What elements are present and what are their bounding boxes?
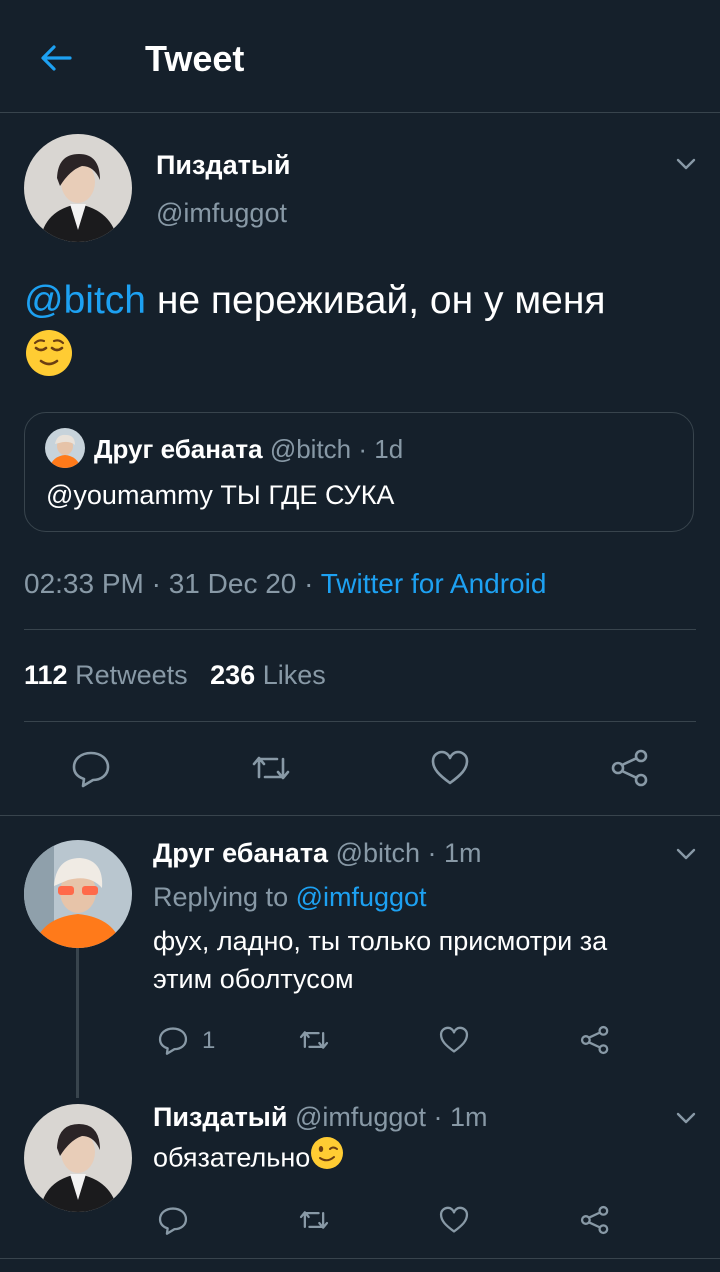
- thread-line: [76, 948, 79, 1098]
- arrow-left-icon: [41, 45, 72, 71]
- tweet-text: @bitch не переживай, он у меня: [24, 274, 696, 393]
- winking-face-emoji: [310, 1136, 344, 1177]
- reply-author-name[interactable]: Друг ебаната: [153, 838, 328, 868]
- reply-retweet-button[interactable]: [297, 1024, 331, 1056]
- reply-menu-button[interactable]: [672, 840, 700, 868]
- avatar: [45, 428, 85, 468]
- reply-share-button[interactable]: [578, 1024, 612, 1056]
- reply-header: Пиздатый @imfuggot · 1m: [153, 1102, 487, 1133]
- retweet-icon: [252, 756, 290, 780]
- retweet-button[interactable]: [249, 747, 293, 789]
- header-divider: [0, 112, 720, 113]
- retweets-label: Retweets: [67, 660, 188, 690]
- quoted-author-name: Друг ебаната: [94, 434, 263, 464]
- reply-text-line1: фух, ладно, ты только присмотри за: [153, 926, 608, 956]
- quoted-tweet-header: Друг ебаната @bitch · 1d: [94, 434, 403, 465]
- heart-icon: [439, 1206, 469, 1233]
- heart-icon: [439, 1026, 469, 1053]
- replying-to-label: Replying to: [153, 882, 296, 912]
- chevron-down-icon: [676, 1112, 696, 1124]
- reply-author-handle[interactable]: @bitch: [336, 838, 420, 868]
- replying-to-link[interactable]: @imfuggot: [296, 882, 427, 912]
- share-icon: [611, 749, 648, 787]
- author-handle[interactable]: @imfuggot: [156, 198, 287, 229]
- likes-label: Likes: [255, 660, 326, 690]
- likes-stat[interactable]: 236 Likes: [210, 660, 326, 690]
- reply-header: Друг ебаната @bitch · 1m: [153, 838, 482, 869]
- reply-icon: [72, 751, 110, 788]
- share-icon: [580, 1205, 609, 1235]
- divider: [24, 721, 696, 722]
- avatar[interactable]: [24, 840, 132, 948]
- reply-reply-button[interactable]: [157, 1204, 189, 1236]
- retweets-count: 112: [24, 660, 68, 690]
- reply-retweet-button[interactable]: [297, 1204, 331, 1236]
- retweets-stat[interactable]: 112 Retweets: [24, 660, 188, 690]
- retweet-icon: [299, 1031, 329, 1049]
- reply-share-button[interactable]: [578, 1204, 612, 1236]
- tweet-body: не переживай, он у меня: [145, 279, 606, 322]
- quoted-time: · 1d: [358, 434, 404, 464]
- page-title: Tweet: [145, 38, 245, 79]
- tweet-meta: 02:33 PM · 31 Dec 20 · Twitter for Andro…: [24, 568, 546, 600]
- quoted-tweet[interactable]: [24, 412, 694, 532]
- back-button[interactable]: [36, 38, 76, 78]
- tweet-timestamp: 02:33 PM · 31 Dec 20 ·: [24, 568, 321, 599]
- quoted-tweet-text: @youmammy ТЫ ГДЕ СУКА: [46, 480, 395, 510]
- reply-button[interactable]: [70, 747, 112, 789]
- quoted-author-handle: @bitch: [269, 434, 352, 464]
- heart-icon: [431, 750, 469, 785]
- reply-like-button[interactable]: [438, 1024, 470, 1056]
- replying-to: Replying to @imfuggot: [153, 882, 427, 913]
- avatar[interactable]: [24, 1104, 132, 1212]
- reply-reply-button[interactable]: [157, 1024, 189, 1056]
- author-name[interactable]: Пиздатый: [156, 150, 290, 181]
- avatar[interactable]: [24, 134, 132, 242]
- share-icon: [580, 1025, 609, 1055]
- reply-menu-button[interactable]: [672, 1104, 700, 1132]
- reply-like-button[interactable]: [438, 1204, 470, 1236]
- divider: [0, 815, 720, 816]
- chevron-down-icon: [676, 848, 696, 860]
- relieved-face-emoji: [24, 328, 74, 393]
- tweet-menu-button[interactable]: [672, 150, 700, 178]
- reply-text-body: обязательно: [153, 1142, 311, 1173]
- divider: [0, 1258, 720, 1259]
- divider: [24, 629, 696, 630]
- reply-time: · 1m: [433, 1102, 488, 1132]
- reply-text: обязательно: [153, 1137, 344, 1177]
- reply-icon: [158, 1207, 188, 1235]
- reply-icon: [158, 1027, 188, 1055]
- tweet-source-link[interactable]: Twitter for Android: [321, 568, 547, 599]
- chevron-down-icon: [676, 158, 696, 170]
- reply-count: 1: [202, 1027, 216, 1054]
- tweet-stats: 112 Retweets 236 Likes: [24, 660, 326, 691]
- reply-time: · 1m: [427, 838, 482, 868]
- retweet-icon: [299, 1211, 329, 1229]
- likes-count: 236: [210, 660, 256, 690]
- reply-author-name[interactable]: Пиздатый: [153, 1102, 287, 1132]
- share-button[interactable]: [608, 747, 652, 789]
- mention-link[interactable]: @bitch: [24, 279, 146, 322]
- reply-text-line2: этим оболтусом: [153, 964, 354, 994]
- reply-author-handle[interactable]: @imfuggot: [295, 1102, 426, 1132]
- like-button[interactable]: [429, 747, 471, 789]
